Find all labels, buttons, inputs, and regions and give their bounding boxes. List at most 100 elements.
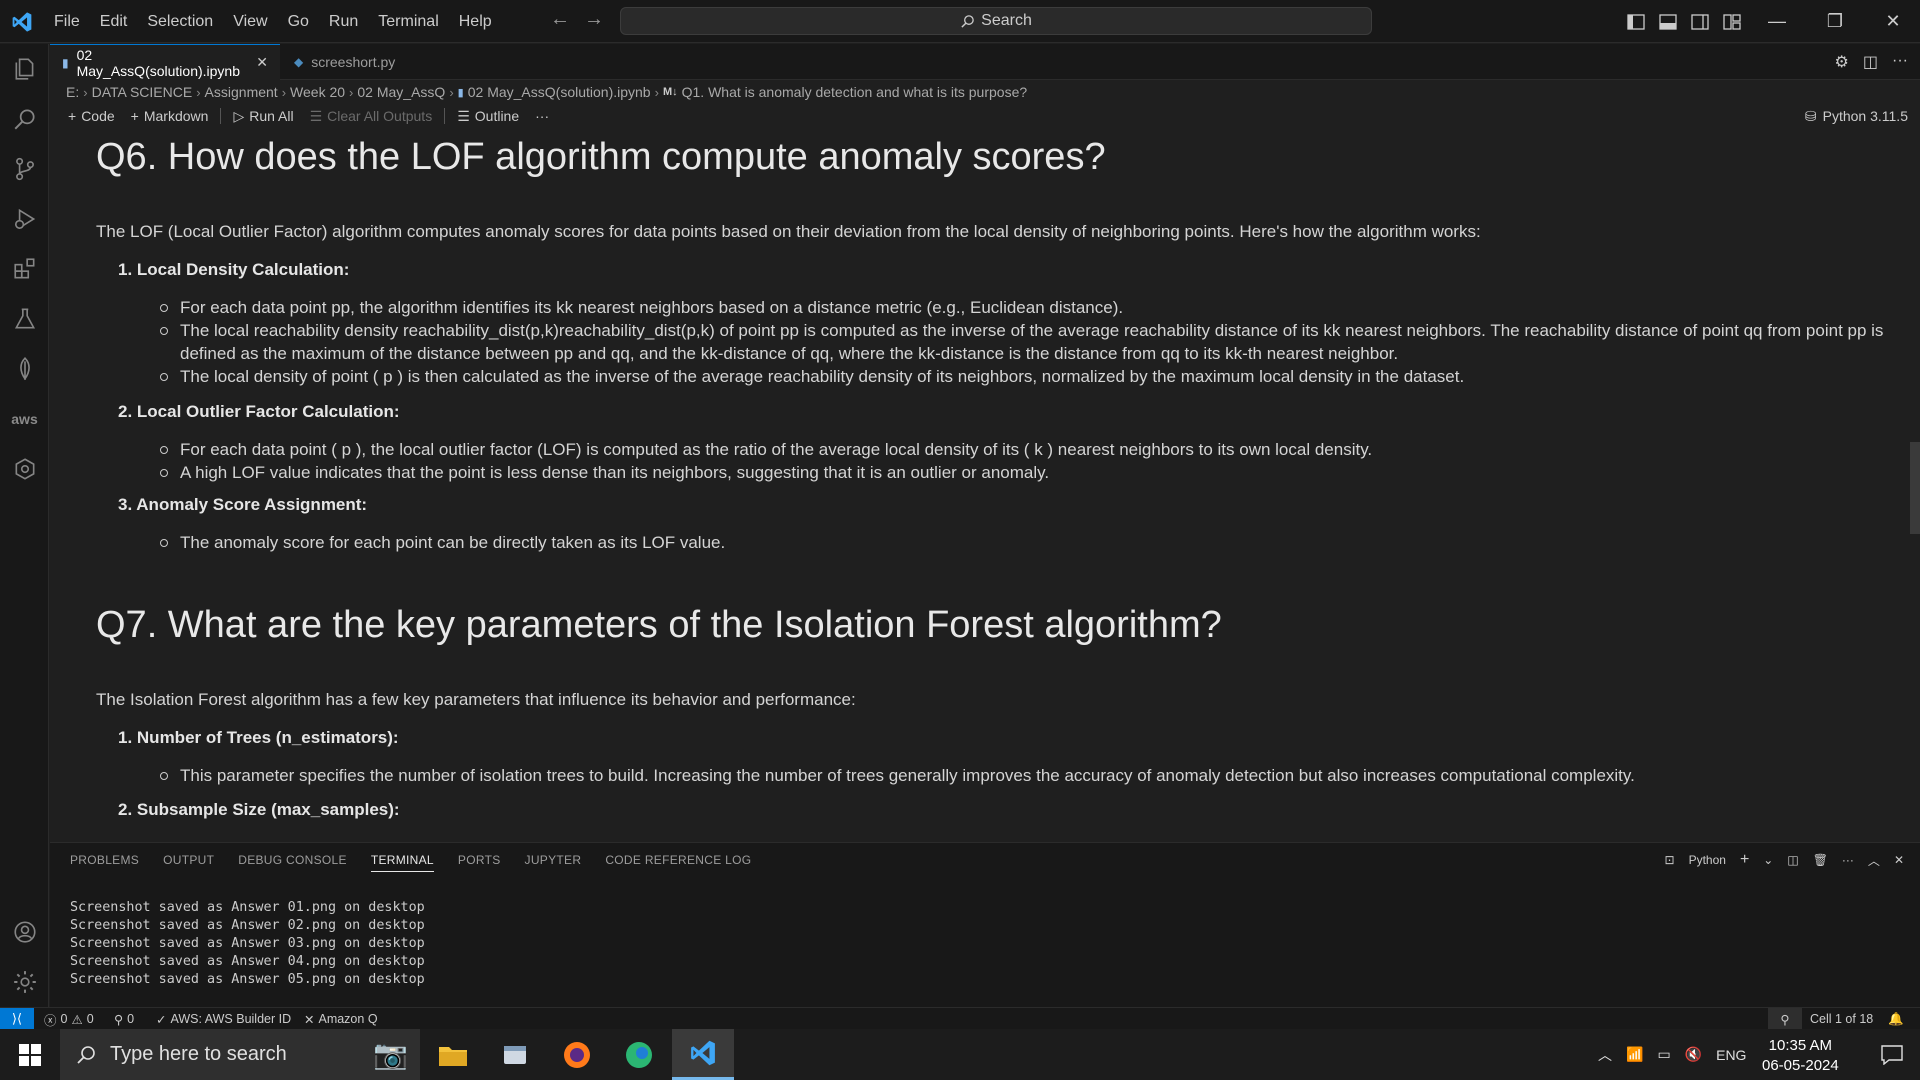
trash-icon[interactable]: 🗑 bbox=[1813, 853, 1828, 867]
toggle-primary-sidebar-icon[interactable] bbox=[1620, 0, 1652, 43]
action-center-icon[interactable] bbox=[1864, 1029, 1920, 1080]
breadcrumb-item[interactable]: E: bbox=[66, 84, 79, 100]
manage-gear-icon[interactable] bbox=[0, 962, 49, 1002]
breadcrumb-item[interactable]: DATA SCIENCE bbox=[92, 84, 193, 100]
breadcrumb-item[interactable]: Q1. What is anomaly detection and what i… bbox=[682, 84, 1028, 100]
amazon-q-status[interactable]: ✕ Amazon Q bbox=[304, 1008, 378, 1030]
clear-outputs-button[interactable]: ☰ Clear All Outputs bbox=[302, 104, 441, 128]
search-view-icon[interactable] bbox=[0, 99, 49, 139]
tab-debug-console[interactable]: DEBUG CONSOLE bbox=[238, 853, 347, 872]
q6-step-2-title: 2. Local Outlier Factor Calculation: bbox=[118, 402, 400, 421]
command-center-search[interactable]: Search bbox=[620, 7, 1372, 35]
remote-indicator-icon[interactable]: ⟩⟨ bbox=[0, 1008, 34, 1030]
menu-help[interactable]: Help bbox=[449, 0, 502, 43]
breadcrumb-item[interactable]: 02 May_AssQ bbox=[357, 84, 445, 100]
edge-browser-icon[interactable] bbox=[608, 1029, 670, 1080]
back-arrow-icon[interactable]: ← bbox=[550, 8, 570, 31]
toggle-secondary-sidebar-icon[interactable] bbox=[1684, 0, 1716, 43]
menu-edit[interactable]: Edit bbox=[90, 0, 138, 43]
customize-layout-icon[interactable] bbox=[1716, 0, 1748, 43]
notifications-bell-icon[interactable]: 🔔 bbox=[1888, 1008, 1904, 1030]
language-indicator[interactable]: ENG bbox=[1716, 1047, 1746, 1063]
zoom-status[interactable]: ⚲ bbox=[1768, 1008, 1802, 1030]
terminal-output[interactable]: Screenshot saved as Answer 01.png on des… bbox=[70, 899, 425, 989]
ports-status[interactable]: ⚲ 0 bbox=[114, 1008, 134, 1030]
close-window-icon[interactable]: ✕ bbox=[1864, 0, 1920, 43]
notebook-editor[interactable]: Q6. How does the LOF algorithm compute a… bbox=[50, 130, 1920, 842]
more-actions-icon[interactable]: ··· bbox=[1892, 52, 1908, 72]
maximize-panel-icon[interactable]: ︿ bbox=[1868, 852, 1880, 869]
taskbar-search[interactable]: Type here to search 📷 bbox=[60, 1029, 420, 1080]
aws-icon[interactable]: aws bbox=[0, 399, 49, 439]
editor-scrollbar[interactable] bbox=[1910, 442, 1920, 534]
source-control-icon[interactable] bbox=[0, 149, 49, 189]
breadcrumb-item[interactable]: 02 May_AssQ(solution).ipynb bbox=[468, 84, 651, 100]
file-explorer-icon[interactable] bbox=[422, 1029, 484, 1080]
tab-code-reference-log[interactable]: CODE REFERENCE LOG bbox=[605, 853, 751, 872]
split-terminal-icon[interactable]: ◫ bbox=[1787, 853, 1798, 867]
new-terminal-icon[interactable]: + bbox=[1740, 851, 1749, 869]
markdown-cell-q6[interactable]: Q6. How does the LOF algorithm compute a… bbox=[96, 136, 1906, 179]
run-debug-icon[interactable] bbox=[0, 199, 49, 239]
menu-selection[interactable]: Selection bbox=[137, 0, 223, 43]
terminal-line: Screenshot saved as Answer 02.png on des… bbox=[70, 918, 425, 933]
extensions-icon[interactable] bbox=[0, 249, 49, 289]
close-panel-icon[interactable]: ✕ bbox=[1894, 853, 1904, 867]
breadcrumb-item[interactable]: Assignment bbox=[205, 84, 278, 100]
battery-icon[interactable]: ▭ bbox=[1657, 1046, 1670, 1063]
menu-go[interactable]: Go bbox=[278, 0, 319, 43]
tab-terminal[interactable]: TERMINAL bbox=[370, 853, 434, 872]
kernel-picker[interactable]: ⛁ Python 3.11.5 bbox=[1805, 104, 1908, 128]
menu-view[interactable]: View bbox=[223, 0, 277, 43]
problems-status[interactable]: ⓧ 0 ⚠ 0 bbox=[44, 1008, 94, 1030]
menu-terminal[interactable]: Terminal bbox=[368, 0, 448, 43]
breadcrumb-item[interactable]: Week 20 bbox=[290, 84, 345, 100]
toggle-panel-icon[interactable] bbox=[1652, 0, 1684, 43]
run-all-button[interactable]: ▷ Run All bbox=[225, 104, 301, 128]
outline-label: Outline bbox=[474, 108, 520, 124]
aws-status[interactable]: ✓ AWS: AWS Builder ID bbox=[156, 1008, 291, 1030]
tab-screeshort[interactable]: ◆ screeshort.py bbox=[282, 44, 412, 80]
tab-notebook[interactable]: ▮ 02 May_AssQ(solution).ipynb ✕ bbox=[50, 44, 280, 80]
explorer-icon[interactable] bbox=[0, 49, 49, 89]
chevron-down-icon[interactable]: ⌄ bbox=[1763, 853, 1773, 867]
notepad-app-icon[interactable] bbox=[484, 1029, 546, 1080]
add-markdown-cell-button[interactable]: + Markdown bbox=[123, 104, 217, 128]
tab-jupyter[interactable]: JUPYTER bbox=[525, 853, 582, 872]
add-code-cell-button[interactable]: + Code bbox=[60, 104, 123, 128]
windows-start-icon[interactable] bbox=[0, 1029, 60, 1080]
vscode-taskbar-icon[interactable] bbox=[672, 1029, 734, 1080]
outline-button[interactable]: ☰ Outline bbox=[449, 104, 527, 128]
testing-flask-icon[interactable] bbox=[0, 299, 49, 339]
taskbar-clock[interactable]: 10:35 AM 06-05-2024 bbox=[1762, 1036, 1839, 1076]
minimize-icon[interactable]: — bbox=[1748, 0, 1806, 43]
tab-problems[interactable]: PROBLEMS bbox=[70, 853, 139, 872]
editor-actions: ⚙ ◫ ··· bbox=[1835, 52, 1908, 72]
mongodb-leaf-icon[interactable] bbox=[0, 349, 49, 389]
volume-muted-icon[interactable]: 🔇 bbox=[1685, 1046, 1702, 1063]
chevron-right-icon: › bbox=[654, 84, 659, 100]
terminal-shell-label[interactable]: Python bbox=[1689, 853, 1726, 867]
cell-position-status[interactable]: Cell 1 of 18 bbox=[1810, 1008, 1873, 1030]
close-tab-icon[interactable]: ✕ bbox=[256, 54, 268, 71]
restore-icon[interactable]: ❐ bbox=[1806, 0, 1864, 43]
firefox-icon[interactable] bbox=[546, 1029, 608, 1080]
search-icon bbox=[77, 1045, 95, 1064]
list-item: The local reachability density reachabil… bbox=[160, 319, 1920, 365]
tab-output[interactable]: OUTPUT bbox=[163, 853, 214, 872]
menu-file[interactable]: File bbox=[44, 0, 90, 43]
amazon-q-icon[interactable] bbox=[0, 449, 49, 489]
run-all-label: Run All bbox=[249, 108, 294, 124]
tab-ports[interactable]: PORTS bbox=[458, 853, 501, 872]
forward-arrow-icon[interactable]: → bbox=[584, 8, 604, 31]
menu-run[interactable]: Run bbox=[319, 0, 368, 43]
split-editor-icon[interactable]: ◫ bbox=[1863, 52, 1878, 72]
more-toolbar-button[interactable]: ··· bbox=[527, 104, 557, 128]
more-icon[interactable]: ··· bbox=[1842, 853, 1854, 867]
settings-gear-icon[interactable]: ⚙ bbox=[1835, 52, 1849, 72]
markdown-cell-q7[interactable]: Q7. What are the key parameters of the I… bbox=[96, 604, 1906, 647]
q7-step-1-title: 1. Number of Trees (n_estimators): bbox=[118, 728, 399, 747]
show-hidden-icons-icon[interactable]: ︿ bbox=[1598, 1045, 1612, 1065]
network-icon[interactable]: 📶 bbox=[1626, 1046, 1643, 1063]
accounts-icon[interactable] bbox=[0, 912, 49, 952]
